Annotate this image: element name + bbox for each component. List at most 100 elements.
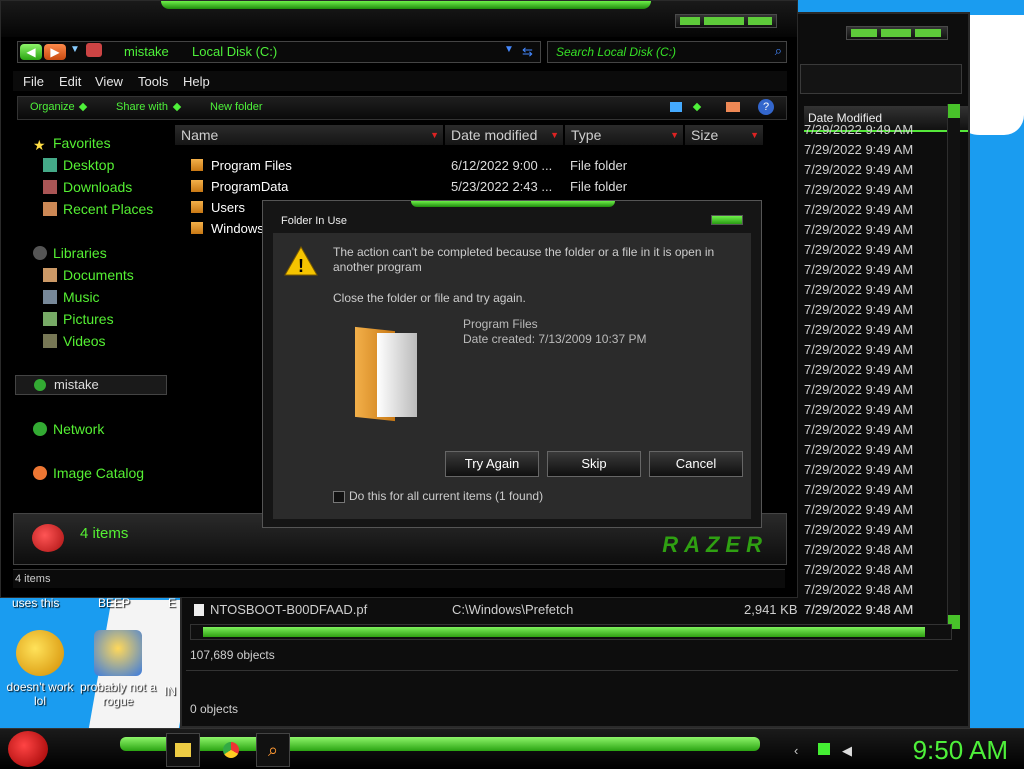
folder-icon	[191, 180, 203, 192]
desktop-icon	[43, 158, 57, 172]
menu-view[interactable]: View	[95, 74, 123, 89]
table-row[interactable]: ProgramData	[191, 179, 288, 194]
nav-music[interactable]: Music	[43, 289, 100, 305]
nav-recent-places[interactable]: Recent Places	[43, 201, 153, 217]
folder-in-use-dialog[interactable]: Folder In Use ! The action can't be comp…	[262, 200, 762, 528]
date-modified-cell: 7/29/2022 9:49 AM	[804, 422, 914, 437]
share-with-button[interactable]: Share with	[116, 101, 168, 113]
close-button[interactable]	[711, 215, 743, 225]
vertical-scrollbar[interactable]	[947, 104, 960, 629]
column-header-name[interactable]: Name ▼	[175, 125, 444, 145]
skip-button[interactable]: Skip	[547, 451, 641, 477]
table-row[interactable]: Windows	[191, 221, 264, 236]
date-modified-cell: 7/29/2022 9:49 AM	[804, 282, 914, 297]
file-date: 7/29/2022 9:48 AM	[804, 602, 914, 617]
new-folder-button[interactable]: New folder	[210, 101, 263, 113]
nav-libraries[interactable]: Libraries	[33, 245, 107, 261]
taskbar-search-button[interactable]: ⌕	[256, 733, 290, 767]
table-row[interactable]: NTOSBOOT-B00DFAAD.pf C:\Windows\Prefetch…	[194, 602, 954, 617]
desktop-label: BEEP	[98, 596, 131, 610]
table-row[interactable]: Users	[191, 200, 245, 215]
nav-downloads[interactable]: Downloads	[43, 179, 132, 195]
nav-label: Favorites	[53, 135, 111, 151]
libraries-icon	[33, 246, 47, 260]
object-count: 107,689 objects	[190, 648, 275, 662]
desktop-label: E	[168, 596, 177, 610]
dialog-instruction: Close the folder or file and try again.	[333, 291, 526, 305]
try-again-button[interactable]: Try Again	[445, 451, 539, 477]
date-modified-cell: 7/29/2022 9:49 AM	[804, 482, 914, 497]
date-modified-cell: 7/29/2022 9:49 AM	[804, 122, 914, 137]
date-modified-cell: 7/29/2022 9:49 AM	[804, 142, 914, 157]
chevron-down-icon: ▼	[430, 130, 439, 140]
search-icon: ⌕	[267, 740, 279, 760]
preview-pane-icon[interactable]	[726, 102, 740, 112]
show-hidden-icons-icon[interactable]: ‹	[794, 743, 806, 758]
taskbar-chrome-button[interactable]	[214, 733, 248, 767]
gears-icon	[94, 630, 142, 676]
menu-edit[interactable]: Edit	[59, 74, 81, 89]
maximize-button[interactable]	[704, 17, 744, 25]
action-center-icon[interactable]	[818, 743, 830, 755]
cancel-button[interactable]: Cancel	[649, 451, 743, 477]
chevron-down-icon[interactable]: ▼	[70, 44, 80, 55]
date-modified-cell: 7/29/2022 9:48 AM	[804, 582, 914, 597]
search-box-back[interactable]	[800, 64, 962, 94]
column-header-type[interactable]: Type ▼	[565, 125, 684, 145]
table-row[interactable]: Program Files	[191, 158, 292, 173]
column-header-date[interactable]: Date modified ▼	[445, 125, 564, 145]
window-controls[interactable]	[846, 26, 948, 40]
desktop-icon-yahoo[interactable]: doesn't work lol	[0, 630, 80, 708]
nav-label: Recent Places	[63, 201, 154, 217]
nav-desktop[interactable]: Desktop	[43, 157, 114, 173]
file-icon	[194, 604, 204, 616]
chevron-down-icon[interactable]: ▼	[504, 44, 514, 55]
date-modified-cell: 7/29/2022 9:49 AM	[804, 202, 914, 217]
nav-favorites[interactable]: ★ Favorites	[33, 135, 111, 153]
recent-places-icon	[43, 202, 57, 216]
horizontal-scrollbar[interactable]	[190, 624, 952, 640]
file-name: Program Files	[211, 158, 292, 173]
breadcrumb-user[interactable]: mistake	[124, 44, 169, 59]
chevron-down-icon: ▼	[670, 130, 679, 140]
date-modified-cell: 7/29/2022 9:49 AM	[804, 182, 914, 197]
clock[interactable]: 9:50 AM	[913, 735, 1008, 766]
yahoo-messenger-icon	[16, 630, 64, 676]
column-header-size[interactable]: Size ▼	[685, 125, 764, 145]
desktop-icon-rogue[interactable]: probably not a rogue	[78, 630, 158, 708]
file-type: File folder	[570, 179, 628, 194]
refresh-icon[interactable]: ⇆	[522, 44, 533, 60]
menu-file[interactable]: File	[23, 74, 44, 89]
dialog-glow	[411, 201, 615, 207]
status-bar: 4 items	[13, 569, 785, 588]
help-icon[interactable]: ?	[758, 99, 774, 115]
menu-tools[interactable]: Tools	[138, 74, 168, 89]
nav-pictures[interactable]: Pictures	[43, 311, 114, 327]
nav-label: Documents	[63, 267, 134, 283]
search-icon[interactable]: ⌕	[775, 43, 782, 59]
window-controls[interactable]	[675, 14, 777, 28]
breadcrumb-location[interactable]: Local Disk (C:)	[192, 44, 277, 59]
chevron-down-icon: ▼	[750, 130, 759, 140]
minimize-button[interactable]	[680, 17, 700, 25]
do-for-all-checkbox[interactable]	[333, 491, 345, 503]
start-button-angry-bird-icon[interactable]	[8, 731, 48, 767]
search-input[interactable]: Search Local Disk (C:) ⌕	[547, 41, 787, 63]
nav-documents[interactable]: Documents	[43, 267, 134, 283]
warning-icon: !	[284, 245, 318, 276]
organize-button[interactable]: Organize	[30, 101, 75, 113]
close-button[interactable]	[748, 17, 772, 25]
forward-button[interactable]: ▶	[44, 44, 66, 60]
address-bar[interactable]: ◀ ▶ ▼ mistake Local Disk (C:) ▼ ⇆	[17, 41, 541, 63]
volume-icon[interactable]: ◀	[842, 743, 854, 758]
nav-videos[interactable]: Videos	[43, 333, 106, 349]
view-options-icon[interactable]	[670, 102, 682, 112]
nav-image-catalog[interactable]: Image Catalog	[33, 465, 144, 481]
nav-mistake[interactable]: mistake	[15, 375, 167, 395]
menu-help[interactable]: Help	[183, 74, 210, 89]
taskbar-explorer-button[interactable]	[166, 733, 200, 767]
nav-network[interactable]: Network	[33, 421, 104, 437]
nav-label: mistake	[54, 377, 99, 392]
back-button[interactable]: ◀	[20, 44, 42, 60]
network-icon	[33, 422, 47, 436]
